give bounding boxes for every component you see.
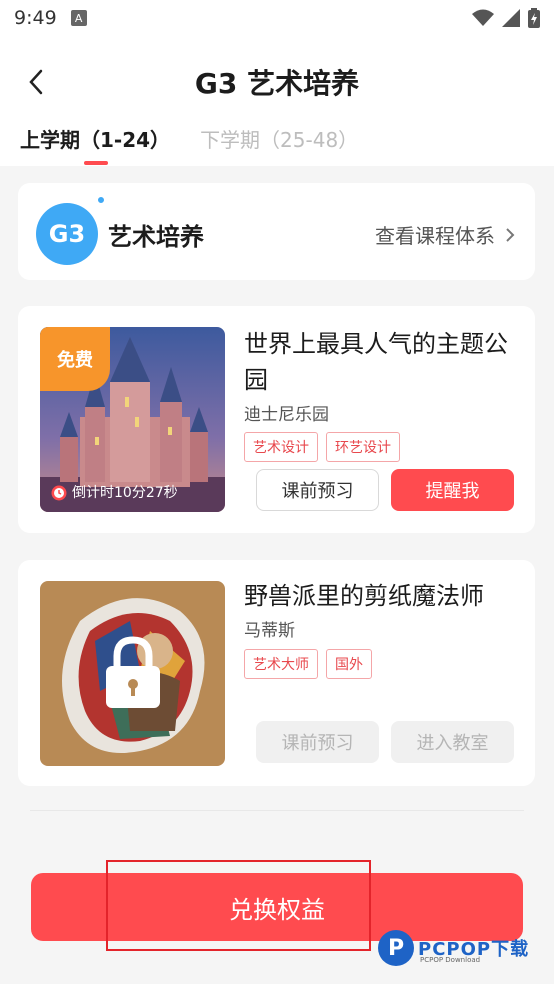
enter-classroom-button[interactable]: 进入教室	[391, 721, 514, 763]
lesson-tags: 艺术大师 国外	[244, 649, 372, 679]
lesson-tag: 艺术设计	[244, 432, 318, 462]
lesson-thumbnail	[40, 581, 225, 766]
preview-button[interactable]: 课前预习	[256, 469, 379, 511]
highlight-frame	[106, 860, 371, 951]
sim-icon: A	[70, 10, 87, 26]
lesson-card[interactable]: 野兽派里的剪纸魔法师 马蒂斯 艺术大师 国外 课前预习 进入教室	[18, 560, 535, 786]
alarm-clock-icon	[51, 485, 67, 501]
active-tab-indicator	[84, 161, 108, 165]
view-curriculum-link[interactable]: 查看课程体系	[375, 220, 515, 249]
lesson-tag: 环艺设计	[326, 432, 400, 462]
lesson-tag: 国外	[326, 649, 372, 679]
lesson-thumbnail: 免费 倒计时10分27秒	[40, 327, 225, 512]
page-title: G3 艺术培养	[194, 67, 360, 100]
divider	[30, 810, 524, 811]
remind-me-button[interactable]: 提醒我	[391, 469, 514, 511]
grade-badge: G3	[36, 203, 98, 265]
chevron-right-icon	[506, 227, 515, 242]
course-header-card: G3 艺术培养 查看课程体系	[18, 183, 535, 280]
tab-label: 上学期（1-24）	[20, 128, 171, 152]
lesson-card[interactable]: 免费 倒计时10分27秒 世界上最具人气的主题公园 迪士尼乐园 艺术设计 环艺设…	[18, 306, 535, 533]
countdown-text: 倒计时10分27秒	[72, 485, 178, 501]
page-header: G3 艺术培养 上学期（1-24） 下学期（25-48）	[0, 36, 554, 166]
watermark: P PCPOP下载 PCPOP Download	[378, 930, 529, 966]
tab-second-semester[interactable]: 下学期（25-48）	[200, 124, 358, 165]
free-badge: 免费	[40, 327, 110, 391]
course-name: 艺术培养	[108, 223, 204, 251]
semester-tabs: 上学期（1-24） 下学期（25-48）	[20, 124, 358, 165]
preview-button[interactable]: 课前预习	[256, 721, 379, 763]
notification-dot	[96, 195, 106, 205]
tab-first-semester[interactable]: 上学期（1-24）	[20, 124, 170, 165]
lock-icon	[100, 636, 166, 714]
lesson-author: 迪士尼乐园	[244, 405, 329, 425]
lesson-tags: 艺术设计 环艺设计	[244, 432, 400, 462]
status-bar: 9:49 A	[0, 0, 554, 36]
lesson-author: 马蒂斯	[244, 621, 295, 641]
status-time: 9:49	[14, 7, 57, 29]
signal-icon	[502, 9, 520, 27]
battery-icon	[528, 8, 540, 28]
wifi-icon	[472, 9, 494, 27]
watermark-logo: P	[378, 930, 414, 966]
countdown: 倒计时10分27秒	[50, 482, 178, 502]
lesson-tag: 艺术大师	[244, 649, 318, 679]
lesson-title: 世界上最具人气的主题公园	[244, 330, 508, 394]
lesson-title: 野兽派里的剪纸魔法师	[244, 582, 484, 610]
curriculum-link-label: 查看课程体系	[375, 224, 495, 248]
tab-label: 下学期（25-48）	[200, 128, 359, 152]
watermark-subtext: PCPOP Download	[420, 956, 481, 964]
